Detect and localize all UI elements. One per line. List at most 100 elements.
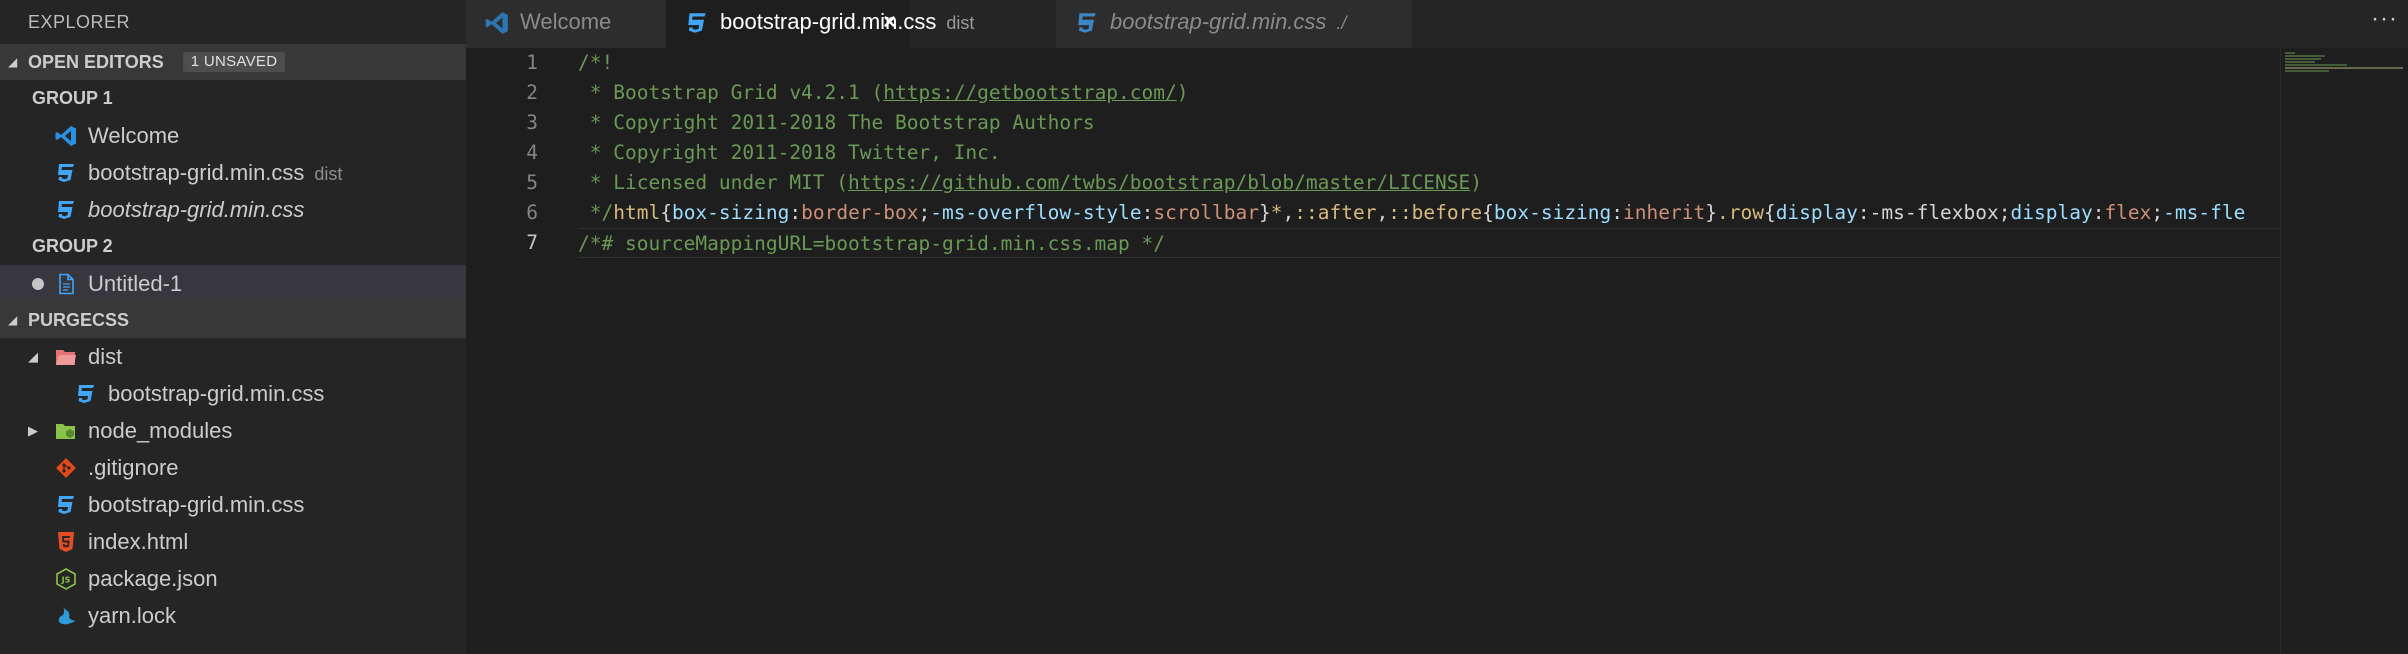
css-file-icon <box>78 385 94 403</box>
comment-text: * Licensed under MIT ( <box>578 171 849 194</box>
selector-token: ::before <box>1388 201 1483 224</box>
close-icon[interactable]: × <box>883 0 896 44</box>
tree-item-root-css[interactable]: bootstrap-grid.min.css <box>0 486 466 523</box>
tree-item-index-html[interactable]: index.html <box>0 523 466 560</box>
punctuation-token: : <box>1611 201 1624 224</box>
tree-item-label: bootstrap-grid.min.css <box>108 381 325 406</box>
editor-tab-bar: Welcome bootstrap-grid.min.css dist × boo… <box>466 0 2408 48</box>
punctuation-token: { <box>1763 201 1776 224</box>
chevron-down-icon: ◢ <box>8 313 18 327</box>
line-number: 7 <box>526 231 538 254</box>
code-line-current: /*# sourceMappingURL=bootstrap-grid.min.… <box>578 228 2280 258</box>
minimap[interactable] <box>2280 48 2408 654</box>
value-token: border-box <box>801 201 919 224</box>
tab-welcome[interactable]: Welcome <box>466 0 666 48</box>
group-2-label: GROUP 2 <box>32 236 113 256</box>
line-number: 6 <box>526 201 538 224</box>
minimap-line <box>2285 67 2403 69</box>
tree-item-label: bootstrap-grid.min.css <box>88 492 305 517</box>
unsaved-dot-icon[interactable] <box>32 278 44 290</box>
chevron-down-icon: ◢ <box>28 349 38 364</box>
value-token: flex <box>2104 201 2152 224</box>
code-editor[interactable]: 1 2 3 4 5 6 7 /*! * Bootstrap Grid v4.2.… <box>466 48 2280 654</box>
workspace-header[interactable]: ◢ PURGECSS <box>0 302 466 338</box>
html-file-icon <box>58 532 74 552</box>
punctuation-token: : <box>2092 201 2105 224</box>
minimap-line <box>2285 61 2315 63</box>
minimap-line <box>2285 64 2347 66</box>
open-editor-untitled[interactable]: Untitled-1 <box>0 265 466 302</box>
tree-item-label: node_modules <box>88 418 233 443</box>
selector-token: html <box>613 201 661 224</box>
line-number: 2 <box>526 81 538 104</box>
value-token: scrollbar <box>1153 201 1260 224</box>
selector-token: .row <box>1716 201 1764 224</box>
tree-item-label: yarn.lock <box>88 603 177 628</box>
yarn-icon <box>58 607 75 625</box>
open-editor-label: Untitled-1 <box>88 271 183 296</box>
tab-label: Welcome <box>520 9 612 34</box>
punctuation-token: ; <box>2151 201 2164 224</box>
tab-bootstrap-grid-dist[interactable]: bootstrap-grid.min.css dist × <box>666 0 974 48</box>
more-actions-icon[interactable]: ··· <box>2371 0 2398 38</box>
punctuation-token: , <box>1282 201 1295 224</box>
chevron-right-icon: ▶ <box>28 423 38 438</box>
code-link[interactable]: https://getbootstrap.com/ <box>883 81 1177 104</box>
tree-item-label: index.html <box>88 529 189 554</box>
value-token: inherit <box>1623 201 1706 224</box>
tree-item-gitignore[interactable]: .gitignore <box>0 449 466 486</box>
open-editor-css-dist[interactable]: bootstrap-grid.min.css dist <box>0 154 466 191</box>
code-line: * Copyright 2011-2018 The Bootstrap Auth… <box>578 111 1095 134</box>
tree-item-dist[interactable]: ◢ dist <box>0 338 466 375</box>
open-editors-label: OPEN EDITORS <box>28 52 164 72</box>
open-editor-description: dist <box>314 164 343 184</box>
tab-description: ./ <box>1336 13 1347 33</box>
punctuation-token: , <box>1376 201 1389 224</box>
code-content[interactable]: /*! * Bootstrap Grid v4.2.1 (https://get… <box>578 48 2280 258</box>
tree-item-label: .gitignore <box>88 455 179 480</box>
css-file-icon <box>58 496 74 514</box>
code-line: /*! <box>578 51 614 74</box>
folder-open-icon <box>56 350 76 365</box>
group-1-label: GROUP 1 <box>32 88 113 108</box>
punctuation-token: :-ms-flexbox; <box>1857 201 2011 224</box>
comment-text: ) <box>1176 81 1189 104</box>
node-folder-icon <box>56 424 75 439</box>
tree-item-dist-css[interactable]: bootstrap-grid.min.css <box>0 375 466 412</box>
comment-text: ) <box>1470 171 1483 194</box>
tab-bootstrap-grid-preview[interactable]: bootstrap-grid.min.css ./ <box>1056 0 1412 48</box>
code-line: * Copyright 2011-2018 Twitter, Inc. <box>578 141 1001 164</box>
minimap-line <box>2285 55 2325 57</box>
selector-token: * <box>1270 201 1283 224</box>
tab-label: bootstrap-grid.min.css <box>720 9 937 34</box>
tree-item-node-modules[interactable]: ▶ node_modules <box>0 412 466 449</box>
open-editor-label: bootstrap-grid.min.css <box>88 197 305 222</box>
tree-item-yarn-lock[interactable]: yarn.lock <box>0 597 466 634</box>
tree-item-package-json[interactable]: JS package.json <box>0 560 466 597</box>
open-editor-label: bootstrap-grid.min.css <box>88 160 305 185</box>
open-editor-welcome[interactable]: Welcome <box>0 117 466 154</box>
json-file-icon: JS <box>56 568 76 590</box>
comment-token: */ <box>578 201 614 224</box>
punctuation-token: } <box>1259 201 1271 224</box>
unsaved-badge: 1 UNSAVED <box>182 52 286 72</box>
minimap-line <box>2285 52 2295 54</box>
code-line: */html{box-sizing:border-box;-ms-overflo… <box>578 198 2280 228</box>
minimap-line <box>2285 58 2321 60</box>
svg-text:JS: JS <box>61 576 71 585</box>
workspace-label: PURGECSS <box>28 310 130 330</box>
property-token: box-sizing <box>1493 201 1612 224</box>
open-editors-header[interactable]: ◢ OPEN EDITORS 1 UNSAVED <box>0 44 466 80</box>
tab-description: dist <box>946 13 975 33</box>
css-file-icon <box>58 201 74 219</box>
code-line: * Licensed under MIT (https://github.com… <box>578 168 2280 198</box>
minimap-line <box>2285 70 2329 72</box>
punctuation-token: { <box>660 201 672 224</box>
punctuation-token: : <box>789 201 802 224</box>
open-editor-css-preview[interactable]: bootstrap-grid.min.css <box>0 191 466 228</box>
open-editor-label: Welcome <box>88 123 180 148</box>
code-line: * Bootstrap Grid v4.2.1 (https://getboot… <box>578 78 2280 108</box>
explorer-sidebar: EXPLORER ◢ OPEN EDITORS 1 UNSAVED GROUP … <box>0 0 466 654</box>
code-link[interactable]: https://github.com/twbs/bootstrap/blob/m… <box>848 171 1470 194</box>
css-file-icon <box>688 13 706 33</box>
